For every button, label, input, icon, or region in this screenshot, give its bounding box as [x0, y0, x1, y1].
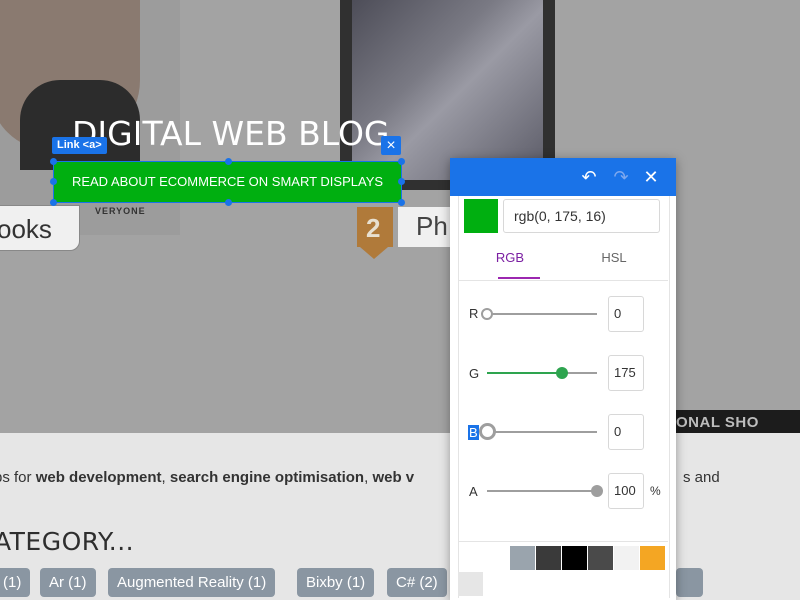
value-input-b[interactable]: 0	[608, 414, 644, 450]
intro-text-tail: s and	[683, 469, 720, 486]
resize-handle[interactable]	[50, 199, 57, 206]
element-type-tag: Link <a>	[52, 137, 107, 154]
palette-swatch[interactable]	[588, 546, 613, 570]
color-picker-panel: ↶ ↷ ✕ rgb(0, 175, 16) RGB HSL R 0 G 175 …	[450, 158, 676, 600]
slider-track-r[interactable]	[487, 313, 597, 315]
hero-title: DIGITAL WEB BLOG	[72, 114, 390, 153]
value-input-r[interactable]: 0	[608, 296, 644, 332]
undo-icon[interactable]: ↶	[578, 166, 600, 188]
percent-sign: %	[650, 484, 661, 498]
category-heading: ATEGORY...	[0, 527, 135, 556]
slider-track-b[interactable]	[487, 431, 597, 433]
slider-knob-r[interactable]	[481, 308, 493, 320]
channel-label-g: G	[469, 366, 480, 381]
palette-swatch[interactable]	[614, 546, 639, 570]
slider-track-g[interactable]	[487, 372, 597, 374]
book-subtitle-fragment: VERYONE	[95, 206, 146, 216]
close-icon[interactable]: ✕	[640, 166, 662, 188]
category-tag-partial[interactable]	[676, 568, 703, 597]
resize-handle[interactable]	[398, 158, 405, 165]
picker-header: ↶ ↷ ✕	[450, 158, 676, 196]
resize-handle[interactable]	[398, 199, 405, 206]
category-tag[interactable]: C# (2)	[387, 568, 447, 597]
palette-swatch[interactable]	[510, 546, 535, 570]
intro-text: ps for web development, search engine op…	[0, 469, 415, 486]
cta-link-button[interactable]: READ ABOUT ECOMMERCE ON SMART DISPLAYS	[54, 162, 401, 202]
redo-icon[interactable]: ↷	[610, 166, 632, 188]
color-value-input[interactable]: rgb(0, 175, 16)	[503, 199, 660, 233]
active-tab-indicator	[498, 277, 540, 279]
channel-label-a: A	[469, 484, 478, 499]
books-label: ooks	[0, 205, 80, 251]
palette-swatch[interactable]	[562, 546, 587, 570]
resize-handle[interactable]	[398, 178, 405, 185]
slider-knob-a[interactable]	[591, 485, 603, 497]
resize-handle[interactable]	[225, 158, 232, 165]
channel-label-b: B	[468, 425, 479, 440]
tab-rgb[interactable]: RGB	[470, 250, 550, 265]
palette-swatch[interactable]	[640, 546, 665, 570]
category-tag[interactable]: Augmented Reality (1)	[108, 568, 276, 597]
close-selection-button[interactable]: ×	[381, 136, 401, 155]
palette-swatch[interactable]	[458, 572, 483, 596]
value-input-g[interactable]: 175	[608, 355, 644, 391]
number-badge: 2	[357, 207, 393, 247]
category-tag[interactable]: Ar (1)	[40, 568, 96, 597]
resize-handle[interactable]	[50, 158, 57, 165]
slider-track-a[interactable]	[487, 490, 597, 492]
tab-hsl[interactable]: HSL	[574, 250, 654, 265]
channel-label-r: R	[469, 306, 479, 321]
palette-swatch[interactable]	[536, 546, 561, 570]
value-input-a[interactable]: 100	[608, 473, 644, 509]
resize-handle[interactable]	[50, 178, 57, 185]
resize-handle[interactable]	[225, 199, 232, 206]
dark-banner-strip: ONAL SHO	[676, 410, 800, 433]
category-tag[interactable]: (1)	[0, 568, 31, 597]
hero-banner: VERYONE ooks 2 Ph ONAL SHO DIGITAL WEB B…	[0, 0, 800, 433]
slider-knob-b[interactable]	[478, 423, 496, 440]
color-swatch	[464, 199, 498, 233]
category-tag[interactable]: Bixby (1)	[297, 568, 375, 597]
